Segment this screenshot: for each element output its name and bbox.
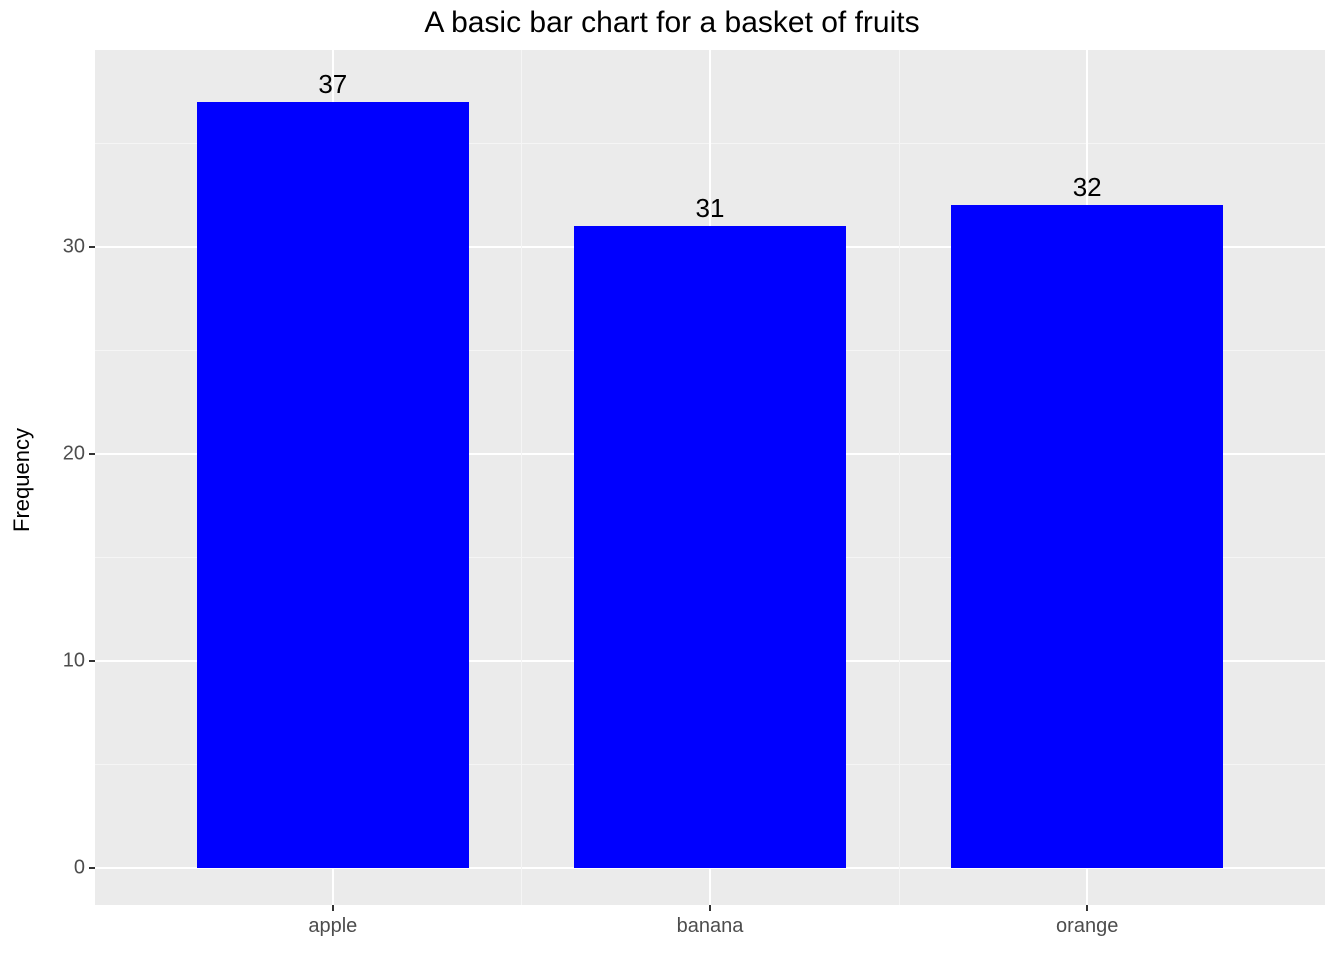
y-tick-label: 30 xyxy=(63,235,95,258)
bar-apple xyxy=(197,102,469,868)
x-tick-label: banana xyxy=(677,905,744,938)
bar-banana xyxy=(574,226,846,868)
chart-title: A basic bar chart for a basket of fruits xyxy=(0,6,1344,40)
x-tick-label: apple xyxy=(308,905,357,938)
bar-value-label: 31 xyxy=(696,193,725,226)
plot-panel: 010203037apple31banana32orange xyxy=(95,50,1325,905)
chart-container: A basic bar chart for a basket of fruits… xyxy=(0,0,1344,960)
vgrid-minor xyxy=(899,50,900,905)
y-axis-label: Frequency xyxy=(10,0,34,960)
bar-value-label: 37 xyxy=(318,69,347,102)
vgrid-minor xyxy=(521,50,522,905)
x-tick-label: orange xyxy=(1056,905,1118,938)
bar-value-label: 32 xyxy=(1073,172,1102,205)
y-tick-label: 20 xyxy=(63,442,95,465)
bar-orange xyxy=(951,205,1223,867)
y-tick-label: 0 xyxy=(74,856,95,879)
y-tick-label: 10 xyxy=(63,649,95,672)
